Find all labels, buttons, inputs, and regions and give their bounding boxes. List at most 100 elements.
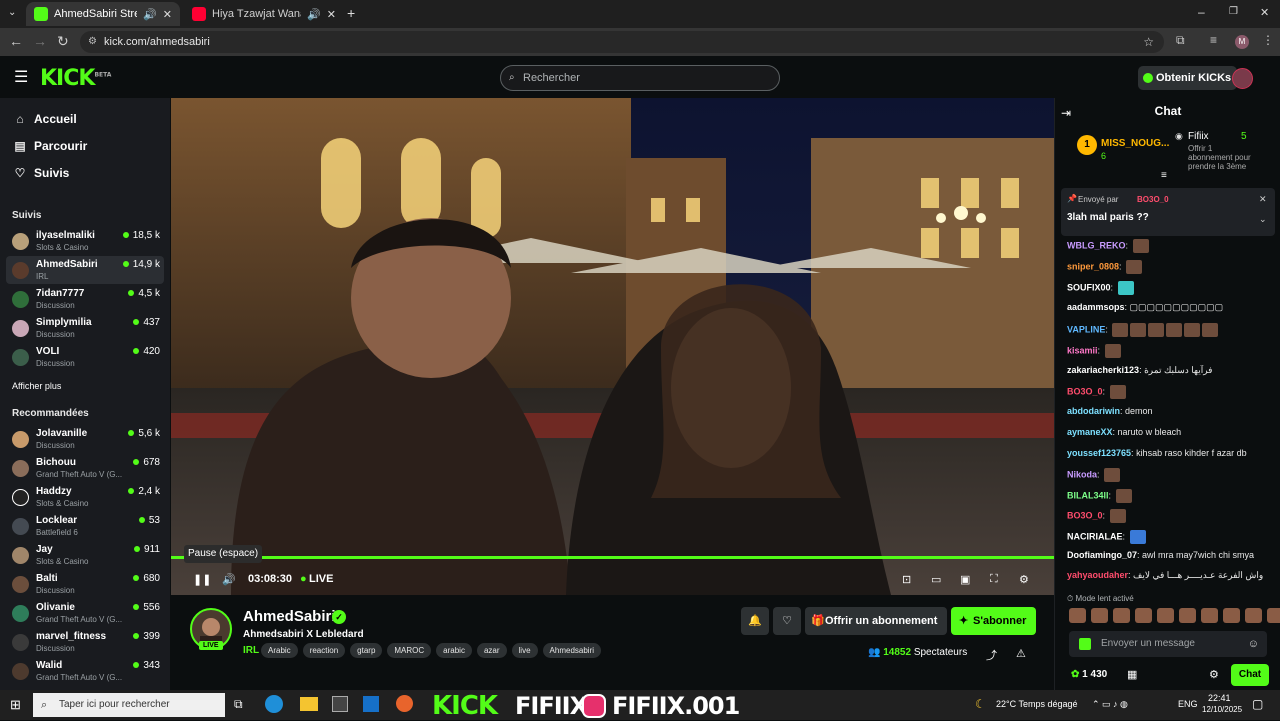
sidebar-channel[interactable]: Locklear Battlefield 6 53	[6, 512, 164, 540]
emote-icon[interactable]	[1245, 608, 1262, 623]
report-icon[interactable]: ⚠	[1016, 647, 1026, 660]
chat-user[interactable]: youssef123765	[1067, 448, 1131, 458]
search-input[interactable]: ⌕ Rechercher	[500, 65, 780, 91]
category-link[interactable]: IRL	[243, 645, 259, 656]
chat-user[interactable]: BO3O_0	[1067, 510, 1103, 520]
address-bar[interactable]: ⚙ kick.com/ahmedsabiri ☆	[80, 31, 1164, 53]
tag[interactable]: gtarp	[350, 643, 383, 658]
emote-icon[interactable]	[1135, 608, 1152, 623]
close-window-button[interactable]: ✕	[1260, 6, 1269, 19]
chat-user[interactable]: SOUFIX00	[1067, 282, 1111, 292]
tab-ahmedsabiri[interactable]: AhmedSabiri Stream - Watc 🔊 ✕	[26, 2, 180, 26]
tag[interactable]: Arabic	[261, 643, 298, 658]
sidebar-channel[interactable]: 7idan7777 Discussion 4,5 k	[6, 285, 164, 313]
tag[interactable]: arabic	[436, 643, 472, 658]
file-explorer-icon[interactable]	[300, 697, 318, 711]
follow-heart-button[interactable]: ♡	[773, 607, 801, 635]
emote-icon[interactable]	[1201, 608, 1218, 623]
emote-icon[interactable]	[1223, 608, 1240, 623]
sidebar-channel[interactable]: Jay Slots & Casino 911	[6, 541, 164, 569]
video-player[interactable]	[171, 98, 1054, 595]
show-more-link[interactable]: Afficher plus	[12, 381, 61, 391]
extensions-icon[interactable]: ⧉	[1176, 33, 1185, 48]
notification-icon[interactable]: ▢	[1252, 697, 1263, 711]
settings-icon[interactable]: ⚙	[1019, 573, 1029, 586]
hamburger-menu-icon[interactable]: ☰	[14, 67, 28, 87]
bookmark-star-icon[interactable]: ☆	[1143, 31, 1154, 53]
top-gifter-name[interactable]: MISS_NOUG...	[1101, 138, 1169, 149]
chat-user[interactable]: kisamii	[1067, 345, 1098, 355]
sidebar-channel[interactable]: marvel_fitness Discussion 399	[6, 628, 164, 656]
language-indicator[interactable]: ENG	[1178, 699, 1198, 709]
media-control-icon[interactable]: ≡	[1210, 33, 1217, 47]
chat-user[interactable]: VAPLINE	[1067, 324, 1105, 334]
emote-icon[interactable]	[1069, 608, 1086, 623]
close-icon[interactable]: ✕	[163, 8, 172, 21]
unpin-icon[interactable]: ✕	[1259, 194, 1267, 205]
nav-browse[interactable]: ▤ Parcourir	[12, 139, 87, 153]
user-avatar[interactable]	[1232, 68, 1253, 89]
minimize-button[interactable]: –	[1198, 5, 1205, 19]
tag[interactable]: reaction	[302, 643, 346, 658]
notification-bell-button[interactable]: 🔔	[741, 607, 769, 635]
chevron-down-icon[interactable]: ⌄	[1259, 214, 1267, 225]
outlook-icon[interactable]	[363, 696, 379, 712]
back-button[interactable]: ←	[9, 33, 23, 49]
site-info-icon[interactable]: ⚙	[88, 31, 97, 53]
weather-text[interactable]: 22°C Temps dégagé	[996, 699, 1078, 709]
sidebar-channel[interactable]: Jolavanille Discussion 5,6 k	[6, 425, 164, 453]
fullscreen-icon[interactable]: ⛶	[990, 573, 998, 586]
live-label[interactable]: LIVE	[309, 573, 333, 585]
emote-icon[interactable]	[1157, 608, 1174, 623]
chat-message-input[interactable]: Envoyer un message ☺	[1069, 631, 1267, 657]
send-chat-button[interactable]: Chat	[1231, 664, 1269, 686]
emoji-icon[interactable]: ☺	[1248, 631, 1259, 657]
forward-button[interactable]: →	[33, 33, 47, 49]
chat-user[interactable]: BILAL34ll	[1067, 490, 1109, 500]
emote-icon[interactable]	[1113, 608, 1130, 623]
share-icon[interactable]: ⤴	[986, 647, 997, 663]
chat-rules-icon[interactable]: ▦	[1127, 668, 1137, 681]
emote-icon[interactable]	[1267, 608, 1280, 623]
task-view-icon[interactable]: ⧉	[234, 697, 243, 712]
tag[interactable]: live	[511, 643, 538, 658]
nav-following[interactable]: ♡ Suivis	[12, 166, 70, 180]
sidebar-channel[interactable]: Haddzy Slots & Casino 2,4 k	[6, 483, 164, 511]
close-icon[interactable]: ✕	[327, 8, 336, 21]
sidebar-channel[interactable]: Olivanie Grand Theft Auto V (G... 556	[6, 599, 164, 627]
chat-user[interactable]: BO3O_0	[1067, 386, 1103, 396]
firefox-icon[interactable]	[396, 695, 413, 712]
emote-icon[interactable]	[1091, 608, 1108, 623]
tab-youtube[interactable]: Hiya Tzawjat Wana Nghbne 🔊 ✕	[184, 2, 344, 26]
browser-menu-icon[interactable]: ⋮	[1262, 33, 1274, 47]
tag[interactable]: azar	[476, 643, 507, 658]
nav-home[interactable]: ⌂ Accueil	[12, 112, 76, 126]
chat-user[interactable]: sniper_0808	[1067, 261, 1119, 271]
chat-user[interactable]: NACIRIALAE	[1067, 531, 1123, 541]
sidebar-channel[interactable]: Balti Discussion 680	[6, 570, 164, 598]
reload-button[interactable]: ↻	[57, 33, 69, 50]
chat-user[interactable]: WBLG_REKO	[1067, 240, 1126, 250]
sidebar-channel[interactable]: Bichouu Grand Theft Auto V (G... 678	[6, 454, 164, 482]
chat-settings-icon[interactable]: ⚙	[1209, 668, 1219, 681]
pause-button[interactable]: ❚❚	[193, 573, 211, 586]
restore-button[interactable]: ❐	[1229, 6, 1238, 17]
edge-icon[interactable]	[265, 695, 283, 713]
sidebar-channel[interactable]: ilyaselmaliki Slots & Casino 18,5 k	[6, 227, 164, 255]
emote-icon[interactable]	[1179, 608, 1196, 623]
chat-user[interactable]: aadammsops	[1067, 302, 1125, 312]
chat-user[interactable]: Doofiamingo_07	[1067, 550, 1137, 560]
tag[interactable]: Ahmedsabiri	[542, 643, 602, 658]
chat-user[interactable]: aymaneXX	[1067, 427, 1113, 437]
get-kicks-button[interactable]: Obtenir KICKs	[1138, 66, 1238, 90]
chat-user[interactable]: Nikoda	[1067, 469, 1097, 479]
tray-icons[interactable]: ⌃ ▭ ♪ ◍	[1092, 699, 1128, 710]
clock-date[interactable]: 12/10/2025	[1202, 705, 1242, 714]
subscribe-button[interactable]: ✦ S'abonner	[951, 607, 1037, 635]
kick-logo[interactable]: KICKBETA	[40, 66, 111, 91]
windows-start-icon[interactable]: ⊞	[10, 697, 21, 713]
chat-user[interactable]: zakariacherki123	[1067, 365, 1139, 375]
channel-name[interactable]: AhmedSabiri	[243, 608, 336, 625]
theater-icon[interactable]: ▭	[931, 573, 941, 586]
sidebar-channel[interactable]: Simplymilia Discussion 437	[6, 314, 164, 342]
